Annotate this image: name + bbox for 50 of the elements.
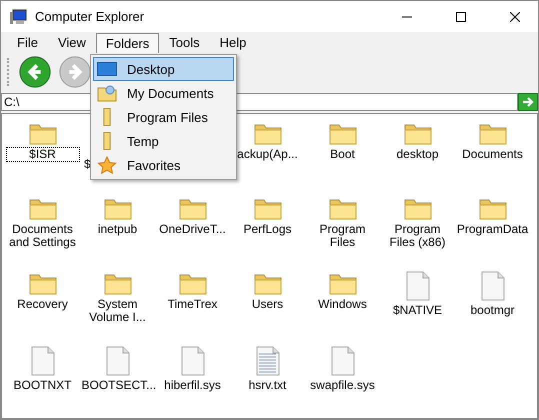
star-icon [97,156,117,174]
file-name[interactable]: OneDriveT... [156,223,228,236]
monitor-icon [97,62,117,76]
go-button[interactable] [518,93,538,111]
file-name[interactable]: $NATIVE [382,304,454,317]
file-name[interactable]: Documents [456,148,528,161]
menu-item[interactable]: File [7,32,48,54]
file-name[interactable]: desktop [382,148,454,161]
close-icon[interactable] [510,12,520,22]
menu-item[interactable]: Tools [159,32,210,54]
file-name[interactable]: Program Files (x86) [382,223,454,249]
computer-icon [9,8,27,24]
file-name[interactable]: PerfLogs [232,223,304,236]
file-name[interactable]: Boot [306,148,378,161]
file-name[interactable]: TimeTrex [156,298,228,311]
file-icon [330,346,354,376]
documents-icon [97,84,117,102]
menu-item[interactable]: Folders [96,32,160,53]
window-title: Computer Explorer [35,9,146,24]
menu-entry[interactable]: Desktop [93,57,234,81]
file-name[interactable]: Recovery [6,298,78,311]
folder-icon [103,108,111,126]
back-button[interactable] [18,54,52,89]
file-name[interactable]: inetpub [82,223,154,236]
file-name[interactable]: System Volume I... [82,298,154,324]
file-name[interactable]: swapfile.sys [306,379,378,392]
menu-entry[interactable]: Temp [93,129,234,153]
file-name[interactable]: hsrv.txt [232,379,304,392]
file-icon [406,271,430,301]
file-icon [30,346,54,376]
file-name[interactable]: Windows [306,298,378,311]
menu-item[interactable]: Help [210,32,256,54]
file-name[interactable]: ProgramData [456,223,528,236]
file-name[interactable]: $ISR [6,148,78,161]
file-name[interactable]: Documents and Settings [6,223,78,249]
file-name[interactable]: bootmgr [456,304,528,317]
arrow-icon [522,96,534,108]
folder-icon [103,132,111,150]
file-name[interactable]: BOOTNXT [6,379,78,392]
menu-item[interactable]: View [48,32,96,54]
file-icon [480,271,504,301]
file-name[interactable]: Users [232,298,304,311]
file-icon [106,346,130,376]
text-file-icon [256,346,280,376]
file-name[interactable]: BOOTSECT... [82,379,154,392]
file-name[interactable]: Program Files [306,223,378,249]
maximize-icon[interactable] [456,12,466,22]
file-icon [180,346,204,376]
file-name[interactable]: hiberfil.sys [156,379,228,392]
menu-entry[interactable]: Favorites [93,153,234,177]
